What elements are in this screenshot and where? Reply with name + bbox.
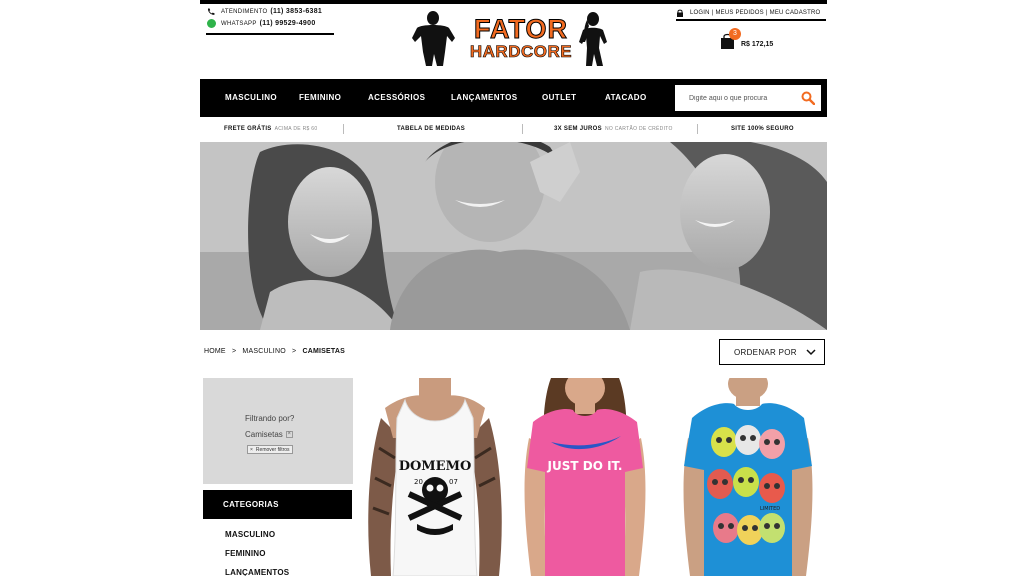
lock-icon	[677, 9, 683, 17]
contact-info: ATENDIMENTO (11) 3853-6381 WHATSAPP (11)…	[206, 6, 334, 35]
product-card-tank-top[interactable]: DOMEMO 20 07	[361, 378, 509, 576]
sort-dropdown[interactable]: ORDENAR POR	[719, 339, 825, 365]
filter-panel: Filtrando por? Camisetas × × Remover fil…	[203, 378, 353, 484]
remove-filters-button[interactable]: × Remover filtros	[247, 445, 293, 454]
free-shipping-info: FRETE GRÁTIS ACIMA DE R$ 60	[224, 120, 317, 138]
login-link[interactable]: LOGIN	[690, 10, 710, 16]
breadcrumb-masculino[interactable]: MASCULINO	[242, 348, 285, 355]
filter-title: Filtrando por?	[245, 414, 295, 423]
brand-wordmark: FATOR HARDCORE	[462, 14, 580, 61]
size-table-link[interactable]: TABELA DE MEDIDAS	[397, 120, 465, 138]
brand-line-2: HARDCORE	[469, 42, 573, 61]
free-shipping-label: FRETE GRÁTIS	[224, 126, 272, 132]
breadcrumb: HOME > MASCULINO > CAMISETAS	[204, 348, 345, 355]
search-input[interactable]	[689, 94, 789, 102]
installments-label: 3X SEM JUROS	[554, 126, 602, 132]
blue-tee-print-text: LIMITED	[760, 506, 780, 512]
nav-item-acessorios[interactable]: ACESSÓRIOS	[368, 79, 425, 117]
cart[interactable]: 3 R$ 172,15	[720, 28, 774, 49]
tank-print-year-right: 07	[449, 478, 458, 486]
nav-item-outlet[interactable]: OUTLET	[542, 79, 576, 117]
nav-item-lancamentos[interactable]: LANÇAMENTOS	[451, 79, 517, 117]
hero-banner[interactable]	[200, 142, 827, 330]
free-shipping-note: ACIMA DE R$ 60	[274, 126, 318, 132]
installments-note: NO CARTÃO DE CRÉDITO	[604, 126, 673, 132]
separator: |	[765, 9, 768, 16]
separator: |	[711, 9, 714, 16]
phone-number[interactable]: (11) 3853-6381	[270, 8, 322, 15]
cart-total: R$ 172,15	[741, 40, 774, 48]
page: ATENDIMENTO (11) 3853-6381 WHATSAPP (11)…	[200, 0, 827, 576]
nav-item-atacado[interactable]: ATACADO	[605, 79, 647, 117]
top-bar	[200, 0, 827, 4]
whatsapp-number[interactable]: (11) 99529-4900	[260, 20, 316, 27]
chevron-down-icon	[806, 349, 816, 356]
whatsapp-icon	[206, 19, 216, 29]
nav-item-masculino[interactable]: MASCULINO	[225, 79, 277, 117]
whatsapp-line: WHATSAPP (11) 99529-4900	[206, 18, 334, 29]
my-account-link[interactable]: MEU CADASTRO	[770, 10, 821, 16]
divider	[343, 124, 344, 134]
phone-icon	[206, 7, 216, 17]
sort-label: ORDENAR POR	[734, 347, 797, 357]
category-item-masculino[interactable]: MASCULINO	[225, 530, 275, 539]
product-image: DOMEMO 20 07	[361, 378, 509, 576]
divider	[697, 124, 698, 134]
close-icon[interactable]: ×	[285, 431, 293, 438]
product-card-pink-tee[interactable]: JUST DO IT.	[511, 378, 659, 576]
categories-header: CATEGORIAS	[203, 490, 352, 519]
search-icon[interactable]	[801, 91, 815, 105]
account-links: LOGIN | MEUS PEDIDOS | MEU CADASTRO	[676, 6, 826, 21]
installments-info: 3X SEM JUROS NO CARTÃO DE CRÉDITO	[554, 120, 673, 138]
phone-label: ATENDIMENTO	[221, 8, 268, 15]
brand-line-1: FATOR	[473, 14, 568, 44]
shopping-bag-icon: 3	[720, 28, 741, 49]
breadcrumb-separator: >	[231, 348, 237, 355]
product-image: LIMITED	[674, 378, 822, 576]
active-filter-label: Camisetas	[245, 430, 283, 439]
tank-print-year-left: 20	[414, 478, 423, 486]
category-item-lancamentos[interactable]: LANÇAMENTOS	[225, 568, 289, 576]
breadcrumb-home[interactable]: HOME	[204, 348, 226, 355]
site-logo[interactable]: FATOR HARDCORE	[407, 8, 617, 70]
cart-count-badge: 3	[729, 28, 741, 40]
close-icon: ×	[250, 446, 253, 453]
whatsapp-label: WHATSAPP	[221, 20, 257, 27]
pink-tee-print-text: JUST DO IT.	[547, 459, 623, 473]
main-nav: MASCULINO FEMININO ACESSÓRIOS LANÇAMENTO…	[200, 79, 827, 117]
breadcrumb-current: CAMISETAS	[302, 348, 345, 355]
remove-filters-label: Remover filtros	[255, 446, 290, 453]
product-image: JUST DO IT.	[511, 378, 659, 576]
info-bar: FRETE GRÁTIS ACIMA DE R$ 60 TABELA DE MED…	[200, 120, 827, 138]
my-orders-link[interactable]: MEUS PEDIDOS	[715, 10, 763, 16]
tank-print-text: DOMEMO	[399, 459, 472, 474]
search-box	[675, 85, 821, 111]
banner-image	[200, 142, 827, 330]
active-filter-tag: Camisetas ×	[245, 430, 293, 439]
category-item-feminino[interactable]: FEMININO	[225, 549, 266, 558]
secure-site-info: SITE 100% SEGURO	[731, 126, 794, 132]
breadcrumb-separator: >	[292, 348, 297, 355]
nav-item-feminino[interactable]: FEMININO	[299, 79, 341, 117]
product-card-blue-tee[interactable]: LIMITED	[674, 378, 822, 576]
phone-line: ATENDIMENTO (11) 3853-6381	[206, 6, 334, 17]
divider	[522, 124, 523, 134]
